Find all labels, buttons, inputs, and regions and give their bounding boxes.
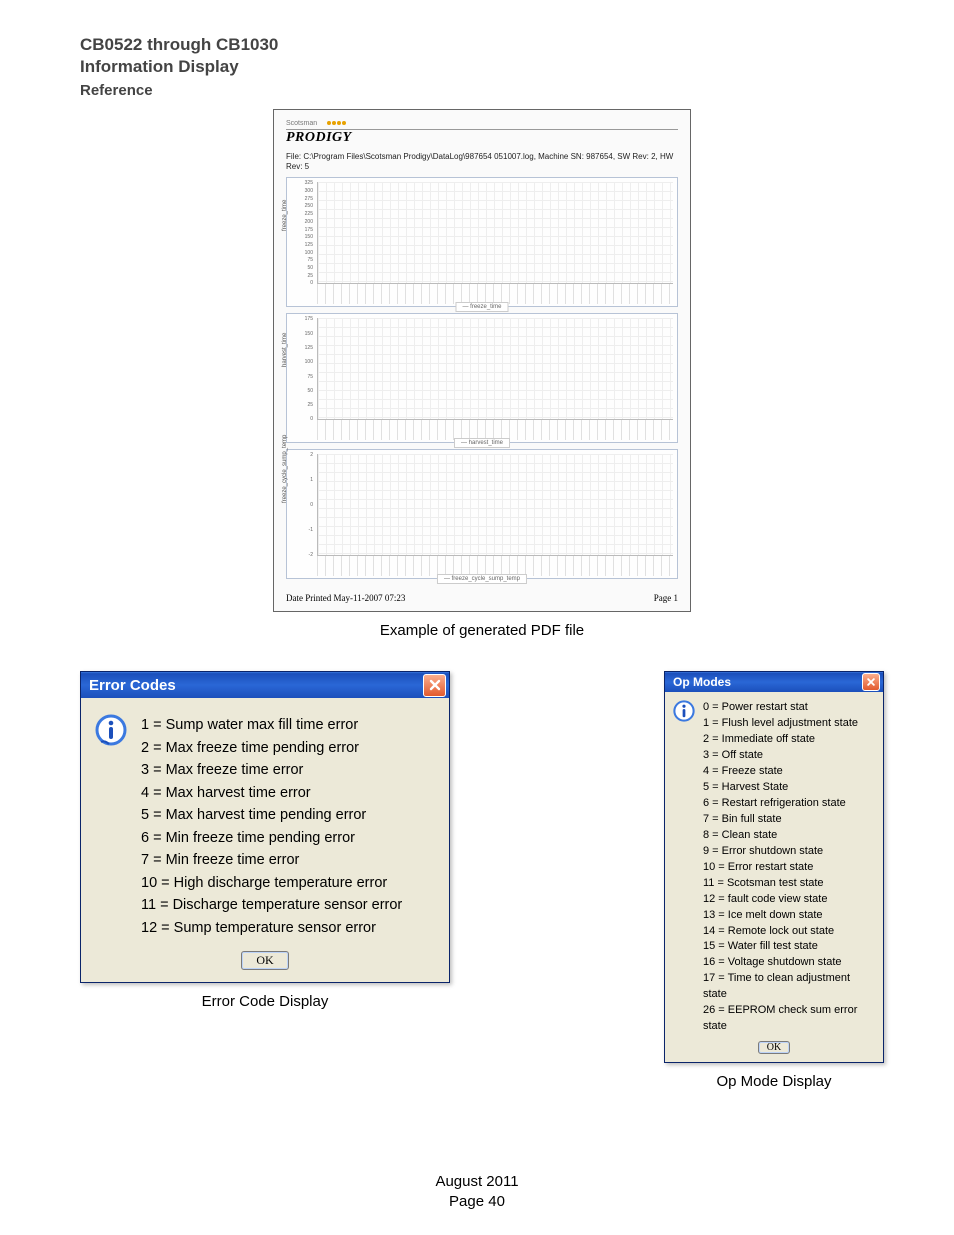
list-item: 7 = Min freeze time error <box>141 849 402 871</box>
chart-0: freeze_time32530027525022520017515012510… <box>286 177 678 307</box>
list-item: 11 = Discharge temperature sensor error <box>141 894 402 916</box>
list-item: 14 = Remote lock out state <box>703 924 873 940</box>
chart-y-axis: 3253002752502252001751501251007550250 <box>287 178 315 286</box>
list-item: 11 = Scotsman test state <box>703 876 873 892</box>
chart-2: freeze_cycle_sump_temp210-1-2— freeze_cy… <box>286 449 678 579</box>
brand-dots <box>327 121 346 125</box>
list-item: 2 = Max freeze time pending error <box>141 737 402 759</box>
chart-y-axis: 1751501251007550250 <box>287 314 315 422</box>
list-item: 2 = Immediate off state <box>703 732 873 748</box>
chart-grid <box>317 318 673 420</box>
list-item: 5 = Harvest State <box>703 780 873 796</box>
chart-grid <box>317 182 673 284</box>
pdf-page: Scotsman PRODIGY File: C:\Program Files\… <box>273 109 691 612</box>
list-item: 4 = Max harvest time error <box>141 782 402 804</box>
charts: freeze_time32530027525022520017515012510… <box>286 177 678 579</box>
list-item: 13 = Ice melt down state <box>703 908 873 924</box>
list-item: 16 = Voltage shutdown state <box>703 955 873 971</box>
list-item: 4 = Freeze state <box>703 764 873 780</box>
op-list: 0 = Power restart stat1 = Flush level ad… <box>703 700 873 1035</box>
close-error-button[interactable] <box>423 674 446 697</box>
close-icon <box>866 677 876 687</box>
info-icon <box>673 700 695 722</box>
error-list: 1 = Sump water max fill time error2 = Ma… <box>141 714 402 939</box>
close-icon <box>428 678 442 692</box>
doc-reference: Reference <box>80 82 884 99</box>
list-item: 26 = EEPROM check sum error state <box>703 1003 873 1035</box>
list-item: 12 = Sump temperature sensor error <box>141 917 402 939</box>
chart-legend: — freeze_time <box>455 302 508 312</box>
op-dialog-title: Op Modes <box>673 675 731 689</box>
list-item: 15 = Water fill test state <box>703 939 873 955</box>
error-codes-dialog: Error Codes <box>80 671 450 983</box>
list-item: 1 = Flush level adjustment state <box>703 716 873 732</box>
brand-logo: PRODIGY <box>286 130 678 146</box>
chart-1: harvest_time1751501251007550250— harvest… <box>286 313 678 443</box>
pdf-example-figure: Scotsman PRODIGY File: C:\Program Files\… <box>273 109 691 639</box>
error-dialog-caption: Error Code Display <box>202 993 329 1010</box>
chart-x-ticks <box>317 284 673 304</box>
list-item: 1 = Sump water max fill time error <box>141 714 402 736</box>
list-item: 6 = Min freeze time pending error <box>141 827 402 849</box>
list-item: 0 = Power restart stat <box>703 700 873 716</box>
doc-title-line1: CB0522 through CB1030 <box>80 34 884 56</box>
file-info: File: C:\Program Files\Scotsman Prodigy\… <box>286 152 678 171</box>
op-ok-button[interactable]: OK <box>758 1041 790 1054</box>
chart-x-ticks <box>317 556 673 576</box>
list-item: 3 = Max freeze time error <box>141 759 402 781</box>
pdf-print-date: Date Printed May-11-2007 07:23 <box>286 593 405 603</box>
footer-page: Page 40 <box>0 1192 954 1212</box>
op-dialog-caption: Op Mode Display <box>716 1073 831 1090</box>
list-item: 17 = Time to clean adjustment state <box>703 971 873 1003</box>
brand-small: Scotsman <box>286 120 317 127</box>
list-item: 10 = High discharge temperature error <box>141 872 402 894</box>
list-item: 3 = Off state <box>703 748 873 764</box>
error-dialog-title: Error Codes <box>89 677 176 694</box>
list-item: 5 = Max harvest time pending error <box>141 804 402 826</box>
chart-y-axis: 210-1-2 <box>287 450 315 558</box>
list-item: 7 = Bin full state <box>703 812 873 828</box>
list-item: 10 = Error restart state <box>703 860 873 876</box>
op-modes-dialog: Op Modes 0 = Pow <box>664 671 884 1063</box>
doc-title-line2: Information Display <box>80 56 884 78</box>
chart-legend: — freeze_cycle_sump_temp <box>437 574 527 584</box>
chart-legend: — harvest_time <box>454 438 510 448</box>
pdf-page-num: Page 1 <box>654 593 678 603</box>
list-item: 12 = fault code view state <box>703 892 873 908</box>
list-item: 6 = Restart refrigeration state <box>703 796 873 812</box>
list-item: 8 = Clean state <box>703 828 873 844</box>
close-op-button[interactable] <box>862 673 880 691</box>
error-ok-button[interactable]: OK <box>241 951 288 970</box>
page-footer: August 2011 Page 40 <box>0 1172 954 1211</box>
chart-x-ticks <box>317 420 673 440</box>
info-icon <box>95 714 127 746</box>
pdf-caption: Example of generated PDF file <box>273 622 691 639</box>
op-dialog-titlebar: Op Modes <box>665 672 883 692</box>
footer-date: August 2011 <box>0 1172 954 1192</box>
list-item: 9 = Error shutdown state <box>703 844 873 860</box>
error-dialog-titlebar: Error Codes <box>81 672 449 698</box>
chart-grid <box>317 454 673 556</box>
